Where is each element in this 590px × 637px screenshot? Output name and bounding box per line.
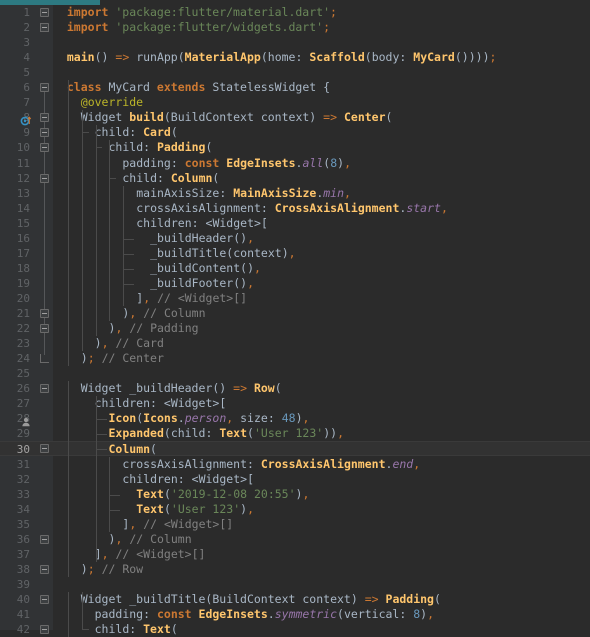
fold-collapse-icon[interactable] — [40, 113, 49, 123]
fold-collapse-icon[interactable] — [40, 143, 49, 153]
override-method-icon[interactable] — [20, 112, 32, 126]
fold-region-end-icon[interactable] — [40, 354, 49, 364]
horizontal-scrollbar-thumb[interactable] — [0, 0, 100, 5]
fold-collapse-icon[interactable] — [40, 324, 49, 334]
fold-collapse-icon[interactable] — [40, 8, 49, 17]
fold-collapse-icon[interactable] — [40, 173, 49, 183]
person-icon[interactable] — [20, 413, 32, 427]
fold-collapse-icon[interactable] — [40, 309, 49, 318]
fold-collapse-icon[interactable] — [40, 384, 49, 394]
fold-region-end-icon[interactable] — [40, 23, 49, 33]
fold-collapse-icon[interactable] — [40, 534, 49, 544]
fold-collapse-icon[interactable] — [40, 444, 49, 454]
fold-collapse-icon[interactable] — [40, 564, 49, 574]
fold-collapse-icon[interactable] — [40, 594, 49, 604]
code-editor[interactable]: 1 import 'package:flutter/material.dart'… — [0, 0, 590, 637]
gutter-markers[interactable] — [0, 0, 590, 635]
fold-collapse-icon[interactable] — [40, 128, 49, 138]
fold-collapse-icon[interactable] — [40, 83, 49, 93]
horizontal-scrollbar-track[interactable] — [0, 0, 590, 5]
